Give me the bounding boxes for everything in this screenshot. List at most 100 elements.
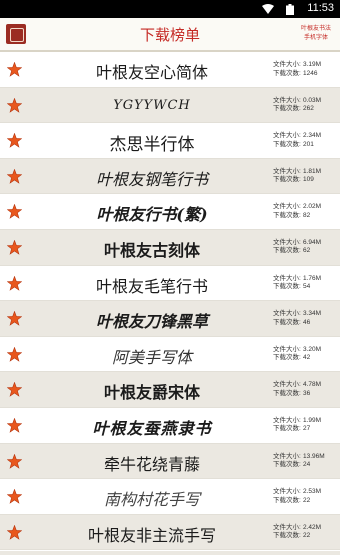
star-icon[interactable] [7, 382, 22, 398]
font-name: 叶根友空心简体 [95, 63, 208, 82]
download-count-value: 62 [303, 247, 311, 255]
file-size-value: 2.02M [303, 203, 322, 211]
font-meta: 文件大小: 0.03M 下载次数: 262 [273, 97, 339, 114]
file-size-value: 2.53M [303, 488, 322, 496]
download-count-label: 下载次数: [273, 389, 301, 397]
font-list-item[interactable]: YGYYWCH 文件大小: 0.03M 下载次数: 262 [0, 87, 340, 124]
star-icon[interactable] [7, 346, 22, 362]
font-list-item[interactable]: 阿美手写体 文件大小: 3.20M 下载次数: 42 [0, 337, 340, 373]
brand-link[interactable]: 叶根友书法 手机字体 [296, 25, 336, 43]
font-name: 叶根友刀锋黑草 [95, 312, 208, 332]
download-count-value: 27 [303, 425, 311, 433]
star-icon[interactable] [7, 311, 22, 326]
font-meta: 文件大小: 2.34M 下载次数: 201 [273, 132, 339, 149]
file-size-label: 文件大小: [273, 274, 301, 282]
file-size-label: 文件大小: [273, 96, 301, 104]
file-size-value: 13.96M [303, 452, 325, 460]
star-icon[interactable] [7, 168, 22, 184]
download-count-label: 下载次数: [273, 425, 301, 433]
download-count-value: 262 [303, 105, 314, 113]
font-name: 杰思半行体 [109, 135, 195, 155]
star-icon[interactable] [7, 62, 22, 77]
download-count-value: 46 [303, 318, 311, 326]
star-icon[interactable] [7, 133, 22, 148]
font-name: 南构村花手写 [103, 492, 200, 510]
star-icon[interactable] [7, 275, 22, 291]
font-list-item[interactable]: 叶根友钢笔行书 文件大小: 1.81M 下载次数: 109 [0, 158, 340, 195]
font-list-item[interactable]: 南构村花手写 文件大小: 2.53M 下载次数: 22 [0, 479, 340, 515]
download-count-value: 109 [303, 176, 314, 184]
font-name: 牵牛花绕青藤 [103, 456, 200, 474]
font-list-item[interactable]: 叶根友空心简体 文件大小: 3.19M 下载次数: 1246 [0, 52, 340, 88]
file-size-label: 文件大小: [273, 345, 301, 353]
download-count-value: 54 [303, 283, 311, 291]
download-count-label: 下载次数: [273, 247, 301, 255]
brand-line-1: 叶根友书法 [300, 26, 331, 32]
file-size-value: 3.34M [303, 310, 322, 318]
font-meta: 文件大小: 2.02M 下载次数: 82 [273, 203, 339, 220]
file-size-value: 1.99M [303, 416, 322, 424]
font-list-item[interactable]: 杰思半行体 文件大小: 2.34M 下载次数: 201 [0, 123, 340, 159]
file-size-label: 文件大小: [273, 61, 301, 68]
file-size-label: 文件大小: [273, 203, 301, 211]
star-icon[interactable] [7, 489, 22, 504]
star-icon[interactable] [7, 524, 22, 540]
wifi-icon [262, 4, 274, 14]
font-meta: 文件大小: 13.96M 下载次数: 24 [273, 453, 339, 470]
font-name: 阿美手写体 [111, 349, 192, 367]
download-count-label: 下载次数: [273, 318, 301, 326]
download-ranking-list: 叶根友空心简体 文件大小: 3.19M 下载次数: 1246 YGYYWCH 文件大小: 0.… [0, 52, 340, 551]
file-size-label: 文件大小: [273, 452, 301, 460]
download-count-label: 下载次数: [273, 496, 301, 504]
file-size-value: 4.78M [303, 381, 322, 389]
download-count-value: 42 [303, 354, 311, 362]
star-icon[interactable] [7, 453, 22, 469]
file-size-value: 3.20M [303, 345, 322, 353]
font-meta: 文件大小: 2.53M 下载次数: 22 [273, 488, 339, 505]
download-count-label: 下载次数: [273, 354, 301, 362]
download-count-label: 下载次数: [273, 69, 301, 77]
download-count-label: 下载次数: [273, 140, 301, 148]
brand-line-2: 手机字体 [303, 35, 328, 41]
font-name: 叶根友毛笔行书 [95, 276, 208, 296]
star-icon[interactable] [7, 97, 22, 113]
font-list-item[interactable]: 叶根友行书(繁) 文件大小: 2.02M 下载次数: 82 [0, 194, 340, 230]
file-size-label: 文件大小: [273, 488, 301, 496]
footer-strip [0, 551, 340, 555]
download-count-value: 22 [303, 532, 311, 540]
status-bar: 11:53 [0, 0, 340, 18]
star-icon[interactable] [7, 239, 22, 255]
star-icon[interactable] [7, 417, 22, 433]
file-size-value: 2.42M [303, 523, 322, 531]
font-meta: 文件大小: 3.19M 下载次数: 1246 [273, 61, 339, 78]
font-list-item[interactable]: 叶根友古刻体 文件大小: 6.94M 下载次数: 62 [0, 229, 340, 266]
font-name: 叶根友行书(繁) [96, 205, 208, 225]
battery-icon [286, 4, 294, 15]
font-list-item[interactable]: 叶根友刀锋黑草 文件大小: 3.34M 下载次数: 46 [0, 301, 340, 337]
font-list-item[interactable]: 叶根友爵宋体 文件大小: 4.78M 下载次数: 36 [0, 372, 340, 408]
font-name: 叶根友钢笔行书 [95, 169, 208, 189]
file-size-label: 文件大小: [273, 310, 301, 318]
font-name: YGYYWCH [113, 97, 191, 113]
font-meta: 文件大小: 4.78M 下载次数: 36 [273, 381, 339, 398]
page-title: 下载榜单 [139, 27, 200, 44]
file-size-value: 1.76M [303, 274, 322, 282]
download-count-value: 82 [303, 211, 311, 219]
file-size-label: 文件大小: [273, 167, 301, 175]
font-list-item[interactable]: 叶根友蚕燕隶书 文件大小: 1.99M 下载次数: 27 [0, 408, 340, 444]
font-list-item[interactable]: 叶根友非主流手写 文件大小: 2.42M 下载次数: 22 [0, 514, 340, 551]
file-size-value: 1.81M [303, 167, 322, 175]
font-list-item[interactable]: 叶根友毛笔行书 文件大小: 1.76M 下载次数: 54 [0, 266, 340, 302]
download-count-label: 下载次数: [273, 283, 301, 291]
download-count-label: 下载次数: [273, 105, 301, 113]
download-count-value: 201 [303, 140, 314, 148]
download-count-value: 36 [303, 389, 311, 397]
download-count-label: 下载次数: [273, 211, 301, 219]
star-icon[interactable] [7, 204, 22, 220]
font-list-item[interactable]: 牵牛花绕青藤 文件大小: 13.96M 下载次数: 24 [0, 443, 340, 480]
file-size-value: 3.19M [303, 61, 322, 68]
font-meta: 文件大小: 6.94M 下载次数: 62 [273, 239, 339, 256]
font-meta: 文件大小: 2.42M 下载次数: 22 [273, 524, 339, 541]
file-size-label: 文件大小: [273, 381, 301, 389]
status-time: 11:53 [307, 2, 334, 14]
